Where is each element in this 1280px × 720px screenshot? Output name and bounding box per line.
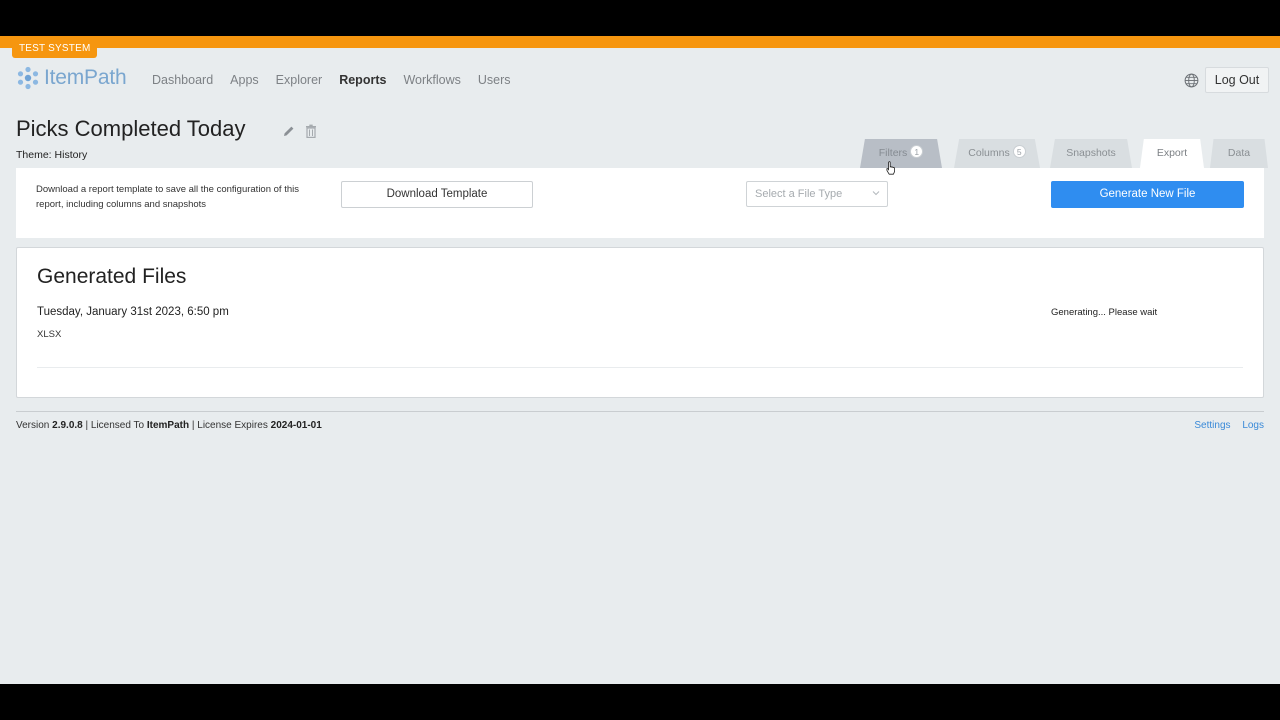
settings-link[interactable]: Settings (1194, 420, 1230, 431)
footer-links: Settings Logs (1185, 420, 1264, 431)
main-nav: Dashboard Apps Explorer Reports Workflow… (152, 73, 528, 87)
download-template-button[interactable]: Download Template (341, 181, 533, 208)
trash-icon[interactable] (305, 124, 317, 138)
app-logo[interactable]: ItemPath (16, 66, 127, 90)
tab-filters-count: 1 (910, 145, 924, 158)
expires-label: | License Expires (191, 420, 268, 431)
export-description: Download a report template to save all t… (36, 184, 299, 210)
theme-value: History (54, 149, 88, 161)
file-type-select[interactable]: Select a File Type (746, 181, 888, 207)
licensed-label: | Licensed To (85, 420, 145, 431)
pointer-cursor-icon (886, 161, 895, 175)
nav-item-apps[interactable]: Apps (230, 73, 259, 87)
app-window: TEST SYSTEM ItemPath Dashboard Apps Expl… (0, 36, 1280, 684)
tab-columns[interactable]: Columns 5 (954, 139, 1040, 168)
licensee-value: ItemPath (146, 420, 190, 431)
file-type-placeholder: Select a File Type (755, 188, 843, 200)
tab-data-label: Data (1227, 147, 1251, 159)
report-theme: Theme: History (16, 149, 87, 161)
footer-divider (16, 411, 1264, 412)
chevron-down-icon (872, 191, 880, 196)
generate-new-file-button[interactable]: Generate New File (1051, 181, 1244, 208)
logs-link[interactable]: Logs (1242, 420, 1264, 431)
tab-export-label: Export (1156, 147, 1188, 159)
tab-export[interactable]: Export (1140, 139, 1204, 168)
theme-label: Theme: (16, 149, 52, 161)
file-status: Generating... Please wait (1051, 307, 1158, 318)
nav-item-workflows[interactable]: Workflows (403, 73, 460, 87)
tab-snapshots-label: Snapshots (1066, 147, 1116, 159)
environment-badge: TEST SYSTEM (12, 40, 98, 58)
nav-item-reports[interactable]: Reports (339, 73, 386, 87)
generated-files-card: Generated Files Tuesday, January 31st 20… (16, 247, 1264, 398)
tab-filters[interactable]: Filters 1 (860, 139, 942, 168)
globe-icon[interactable] (1184, 73, 1199, 88)
export-panel: Download a report template to save all t… (16, 168, 1264, 238)
logout-button[interactable]: Log Out (1205, 67, 1269, 93)
footer-version-info: Version 2.9.0.8 | Licensed To ItemPath |… (16, 420, 322, 431)
letterbox-top (0, 0, 1280, 36)
nav-item-users[interactable]: Users (478, 73, 511, 87)
generated-files-title: Generated Files (37, 265, 187, 288)
logo-icon (17, 66, 39, 90)
logo-text: ItemPath (44, 66, 127, 89)
tab-columns-label: Columns (968, 147, 1010, 159)
nav-item-explorer[interactable]: Explorer (276, 73, 323, 87)
version-value: 2.9.0.8 (52, 420, 83, 431)
version-label: Version (16, 420, 50, 431)
tab-columns-count: 5 (1012, 145, 1026, 158)
tab-data[interactable]: Data (1210, 139, 1268, 168)
environment-bar (0, 36, 1280, 48)
nav-item-dashboard[interactable]: Dashboard (152, 73, 213, 87)
page-title: Picks Completed Today (16, 116, 246, 141)
row-divider (37, 367, 1243, 368)
expires-value: 2024-01-01 (270, 420, 322, 431)
edit-icon[interactable] (283, 125, 295, 137)
file-date: Tuesday, January 31st 2023, 6:50 pm (37, 306, 229, 318)
letterbox-bottom (0, 684, 1280, 720)
tab-filters-label: Filters (878, 147, 908, 159)
tab-snapshots[interactable]: Snapshots (1050, 139, 1132, 168)
file-type: XLSX (37, 329, 62, 340)
